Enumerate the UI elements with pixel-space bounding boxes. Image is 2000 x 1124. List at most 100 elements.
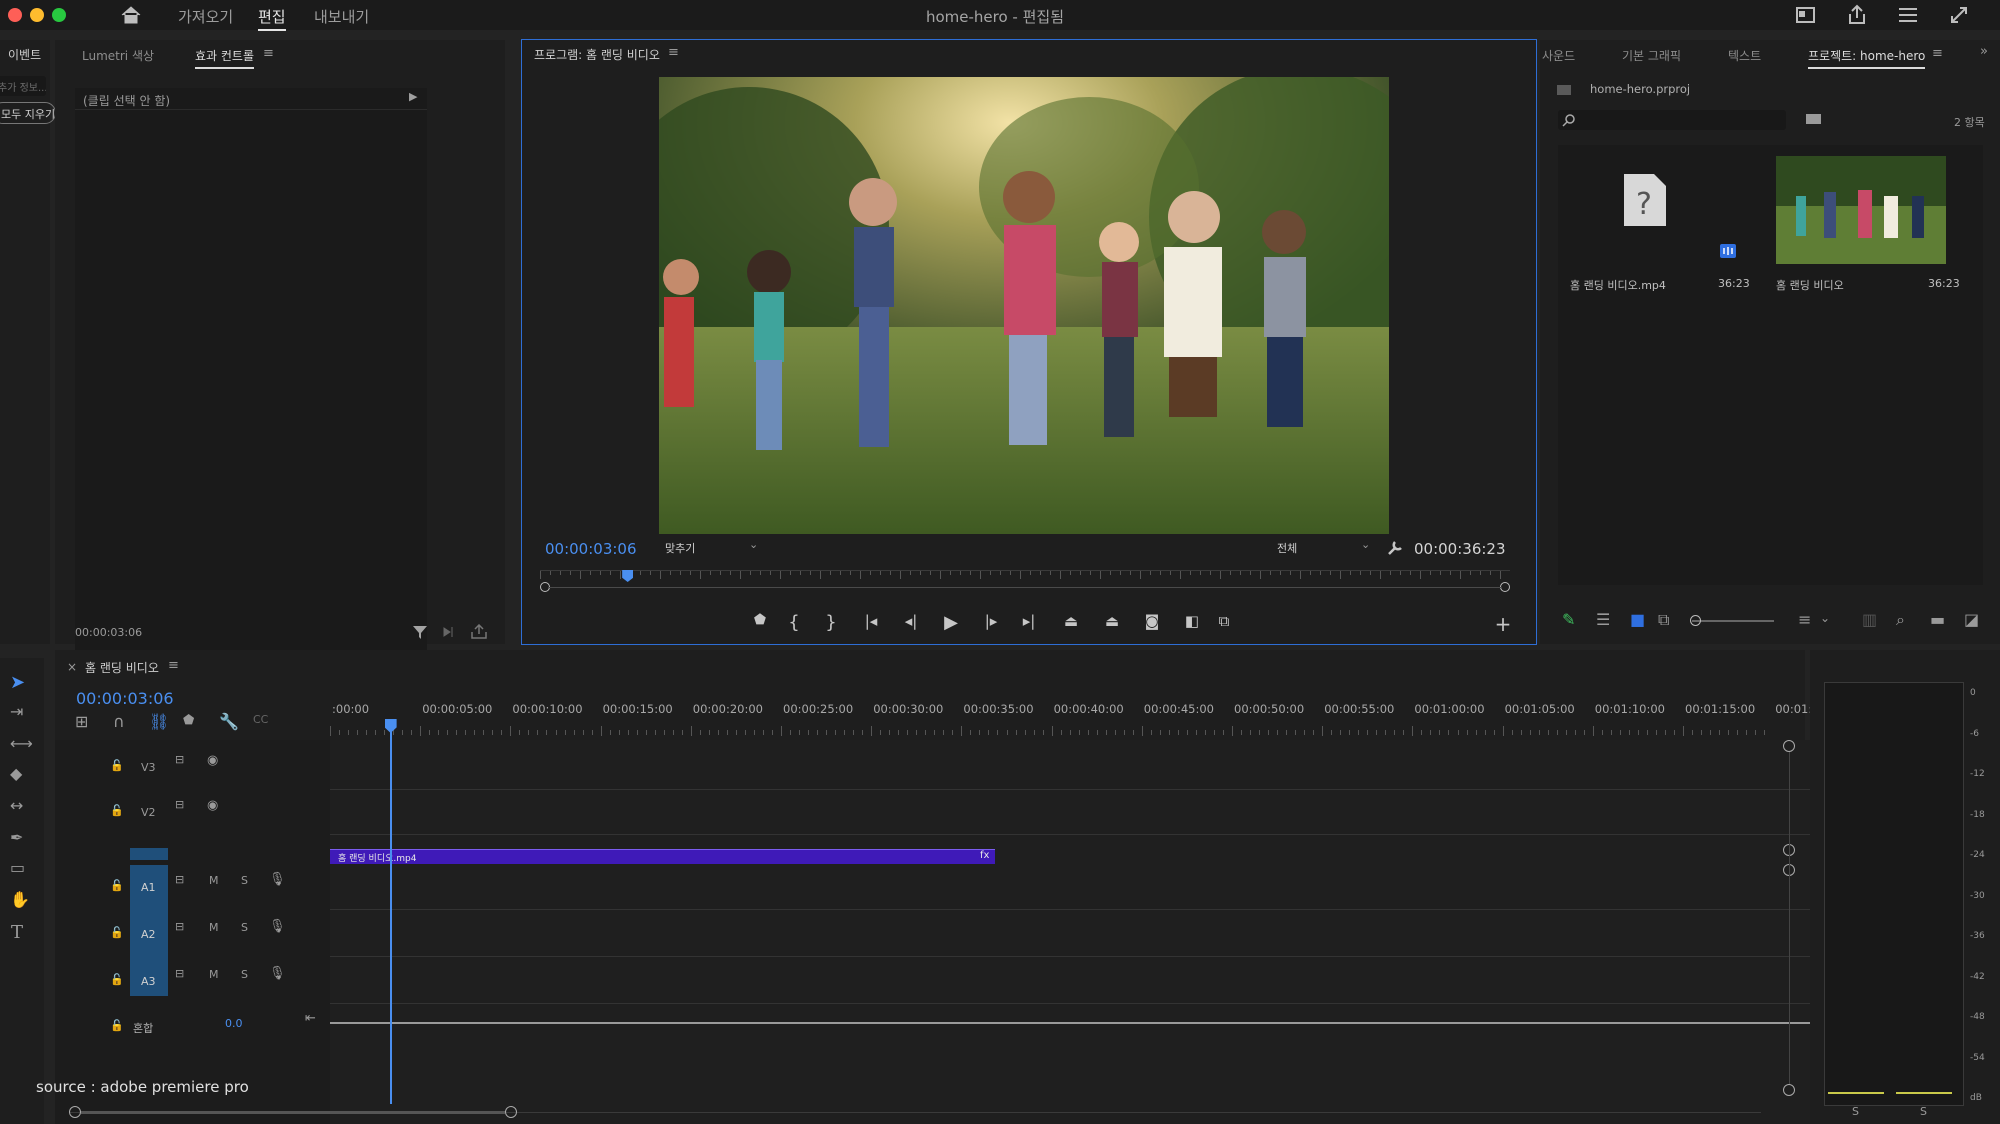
time-ruler[interactable] bbox=[330, 718, 1825, 738]
project-item-mp4[interactable]: ? 홈 랜딩 비디오.mp4 36:23 bbox=[1562, 152, 1762, 332]
program-current-time[interactable]: 00:00:03:06 bbox=[545, 540, 637, 558]
track-name[interactable]: A3 bbox=[141, 975, 156, 988]
lift-icon[interactable]: ⏏ bbox=[1058, 612, 1084, 630]
quality-dropdown[interactable]: 전체 ⌄ bbox=[1277, 538, 1377, 556]
solo-button[interactable]: S bbox=[241, 874, 248, 887]
lock-icon[interactable]: 🔓 bbox=[110, 1019, 124, 1032]
proxy-toggle-icon[interactable]: ⧉ bbox=[1211, 612, 1237, 630]
mute-button[interactable]: M bbox=[209, 921, 219, 934]
tab-events[interactable]: 이벤트 bbox=[8, 46, 41, 63]
project-item-sequence[interactable]: 홈 랜딩 비디오 36:23 bbox=[1770, 152, 1980, 332]
sequence-tab[interactable]: 홈 랜딩 비디오 bbox=[85, 659, 159, 676]
program-scrubber[interactable] bbox=[540, 570, 1510, 594]
sync-lock-icon[interactable]: ⊟ bbox=[175, 753, 184, 766]
selection-tool-icon[interactable]: ➤ bbox=[10, 674, 25, 692]
insert-sequence-icon[interactable]: ⊞ bbox=[75, 714, 88, 730]
sync-lock-icon[interactable]: ⊟ bbox=[175, 873, 184, 886]
timeline-settings-icon[interactable]: 🔧 bbox=[219, 714, 239, 730]
panel-menu-icon[interactable]: ≡ bbox=[263, 46, 274, 61]
track-select-tool-icon[interactable]: ⇥ bbox=[10, 704, 23, 720]
zoom-slider[interactable] bbox=[1692, 620, 1774, 622]
menu-lines-icon[interactable] bbox=[1897, 5, 1919, 25]
step-forward-icon[interactable]: |▸ bbox=[978, 612, 1004, 630]
slip-tool-icon[interactable]: ↔ bbox=[10, 798, 23, 814]
panel-overflow-icon[interactable]: » bbox=[1980, 44, 1988, 59]
vertical-scroll-handle[interactable] bbox=[1783, 740, 1795, 752]
share-icon[interactable] bbox=[1846, 4, 1868, 26]
horizontal-scroll-end[interactable] bbox=[505, 1106, 517, 1118]
timeline-menu-icon[interactable]: ≡ bbox=[168, 658, 179, 673]
hand-tool-icon[interactable]: ✋ bbox=[10, 892, 30, 908]
mute-button[interactable]: M bbox=[209, 874, 219, 887]
lock-icon[interactable]: 🔓 bbox=[110, 759, 124, 772]
sync-lock-icon[interactable]: ⊟ bbox=[175, 967, 184, 980]
razor-tool-icon[interactable]: ◆ bbox=[10, 766, 22, 782]
new-bin-search-icon[interactable] bbox=[1805, 112, 1823, 126]
fullscreen-icon[interactable] bbox=[1948, 4, 1970, 26]
go-to-in-icon[interactable]: |◂ bbox=[858, 612, 884, 630]
program-menu-icon[interactable]: ≡ bbox=[668, 45, 679, 60]
eye-icon[interactable]: ◉ bbox=[207, 753, 218, 768]
captions-icon[interactable]: CC bbox=[253, 714, 268, 725]
tab-project[interactable]: 프로젝트: home-hero bbox=[1808, 47, 1926, 69]
pencil-icon[interactable]: ✎ bbox=[1562, 612, 1575, 628]
add-button-icon[interactable]: + bbox=[1490, 612, 1516, 636]
go-to-end-icon[interactable]: ⇤ bbox=[305, 1011, 316, 1026]
fx-badge[interactable]: fx bbox=[980, 850, 989, 861]
video-frame[interactable] bbox=[659, 77, 1389, 534]
vertical-scroll-handle[interactable] bbox=[1783, 1084, 1795, 1096]
track-name[interactable]: A1 bbox=[141, 881, 156, 894]
lock-icon[interactable]: 🔓 bbox=[110, 926, 124, 939]
ripple-edit-tool-icon[interactable]: ⟷ bbox=[10, 736, 33, 752]
expand-arrow-icon[interactable]: ▶ bbox=[409, 90, 417, 103]
mark-in-icon[interactable]: { bbox=[781, 612, 807, 633]
solo-left-button[interactable]: S bbox=[1852, 1105, 1859, 1118]
sort-icon[interactable]: ≡ bbox=[1798, 612, 1811, 628]
events-search-input[interactable]: 추가 정보... bbox=[0, 76, 46, 96]
microphone-icon[interactable]: 🎙 bbox=[269, 872, 286, 887]
lock-icon[interactable]: 🔓 bbox=[110, 879, 124, 892]
horizontal-scrollbar[interactable] bbox=[81, 1111, 505, 1114]
type-tool-icon[interactable]: T bbox=[11, 924, 23, 942]
tab-text[interactable]: 텍스트 bbox=[1728, 47, 1761, 64]
zoom-slider-handle[interactable] bbox=[1690, 615, 1701, 626]
project-search-input[interactable] bbox=[1558, 110, 1786, 130]
freeform-view-icon[interactable]: ⧉ bbox=[1658, 612, 1669, 628]
solo-button[interactable]: S bbox=[241, 968, 248, 981]
linked-selection-icon[interactable]: ⛓ bbox=[149, 714, 169, 730]
sync-lock-icon[interactable]: ⊟ bbox=[175, 920, 184, 933]
video-clip[interactable]: 홈 랜딩 비디오.mp4 fx bbox=[330, 849, 995, 864]
extract-icon[interactable]: ⏏ bbox=[1099, 612, 1125, 630]
automate-icon[interactable]: ▥ bbox=[1862, 612, 1877, 628]
export-frame-icon[interactable] bbox=[470, 624, 488, 640]
timeline-playhead[interactable] bbox=[389, 720, 392, 1104]
camera-icon[interactable]: ◙ bbox=[1139, 612, 1165, 630]
sort-chevron-icon[interactable]: ⌄ bbox=[1820, 612, 1830, 624]
microphone-icon[interactable]: 🎙 bbox=[269, 919, 286, 934]
filter-icon[interactable] bbox=[412, 624, 428, 640]
go-to-out-icon[interactable]: ▸| bbox=[1016, 612, 1042, 630]
tab-essential-graphics[interactable]: 기본 그래픽 bbox=[1622, 47, 1681, 64]
track-v1-header[interactable] bbox=[130, 848, 168, 860]
tab-lumetri-color[interactable]: Lumetri 색상 bbox=[82, 47, 154, 64]
lock-icon[interactable]: 🔓 bbox=[110, 973, 124, 986]
add-marker-icon[interactable]: ⬟ bbox=[183, 714, 194, 727]
mix-volume-line[interactable] bbox=[330, 1022, 1830, 1024]
pen-tool-icon[interactable]: ✒ bbox=[10, 830, 23, 846]
tab-sound[interactable]: 사운드 bbox=[1542, 47, 1575, 64]
mark-out-icon[interactable]: } bbox=[818, 612, 844, 633]
timeline-current-time[interactable]: 00:00:03:06 bbox=[76, 689, 174, 708]
microphone-icon[interactable]: 🎙 bbox=[269, 966, 286, 981]
lock-icon[interactable]: 🔓 bbox=[110, 804, 124, 817]
solo-right-button[interactable]: S bbox=[1920, 1105, 1927, 1118]
icon-view-icon[interactable]: ■ bbox=[1630, 612, 1645, 628]
tab-effect-controls[interactable]: 효과 컨트롤 bbox=[195, 47, 255, 69]
solo-button[interactable]: S bbox=[241, 921, 248, 934]
sync-lock-icon[interactable]: ⊟ bbox=[175, 798, 184, 811]
mix-value[interactable]: 0.0 bbox=[225, 1017, 243, 1030]
rectangle-tool-icon[interactable]: ▭ bbox=[10, 860, 25, 876]
close-sequence-icon[interactable]: × bbox=[67, 660, 77, 674]
clear-all-button[interactable]: 모두 지우기 bbox=[0, 102, 56, 124]
step-back-icon[interactable]: ◂| bbox=[898, 612, 924, 630]
comparison-view-icon[interactable]: ◧ bbox=[1179, 612, 1205, 630]
